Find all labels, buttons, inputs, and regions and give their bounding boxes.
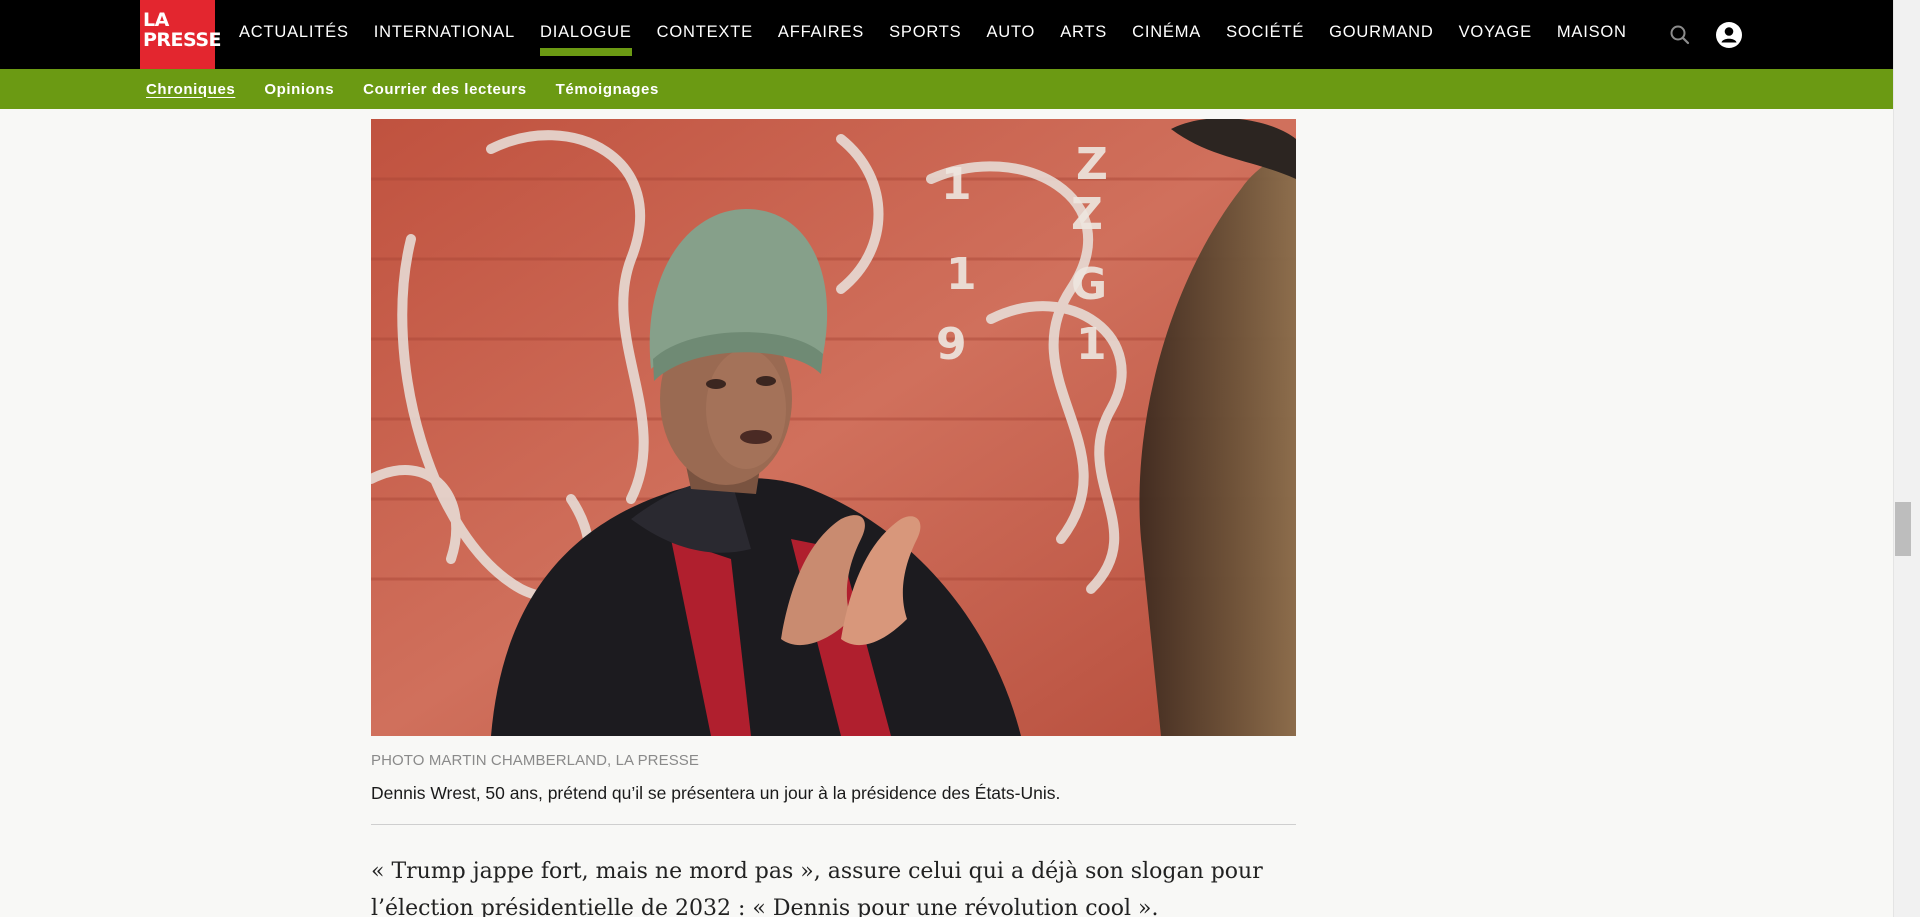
svg-text:9: 9	[936, 319, 967, 370]
nav-item-actualites[interactable]: ACTUALITÉS	[239, 0, 349, 69]
photo-credit: PHOTO MARTIN CHAMBERLAND, LA PRESSE	[371, 752, 700, 769]
subnav-item-chroniques[interactable]: Chroniques	[146, 81, 235, 98]
main-nav: ACTUALITÉS INTERNATIONAL DIALOGUE CONTEX…	[239, 0, 1652, 69]
section-subnav: Chroniques Opinions Courrier des lecteur…	[146, 69, 688, 109]
scrollbar-thumb[interactable]	[1895, 502, 1911, 556]
nav-item-voyage[interactable]: VOYAGE	[1459, 0, 1532, 69]
logo-line-2: PRESSE	[143, 29, 222, 51]
svg-text:1: 1	[941, 159, 972, 210]
nav-item-arts[interactable]: ARTS	[1060, 0, 1107, 69]
nav-item-dialogue[interactable]: DIALOGUE	[539, 0, 632, 69]
section-subnav-bar: Chroniques Opinions Courrier des lecteur…	[0, 69, 1893, 109]
nav-item-cinema[interactable]: CINÉMA	[1132, 0, 1201, 69]
nav-item-gourmand[interactable]: GOURMAND	[1329, 0, 1433, 69]
svg-text:G: G	[1071, 259, 1107, 310]
subnav-item-opinions[interactable]: Opinions	[264, 81, 334, 98]
logo-line-1: LA	[143, 9, 169, 31]
page-scrollbar[interactable]	[1893, 0, 1920, 917]
nav-item-societe[interactable]: SOCIÉTÉ	[1226, 0, 1304, 69]
account-icon[interactable]	[1714, 20, 1744, 50]
nav-item-international[interactable]: INTERNATIONAL	[374, 0, 515, 69]
nav-item-sports[interactable]: SPORTS	[889, 0, 961, 69]
top-header: LA PRESSE ACTUALITÉS INTERNATIONAL DIALO…	[0, 0, 1893, 69]
svg-text:Z: Z	[1076, 139, 1108, 190]
svg-text:1: 1	[946, 249, 977, 300]
nav-item-maison[interactable]: MAISON	[1557, 0, 1627, 69]
nav-item-auto[interactable]: AUTO	[986, 0, 1035, 69]
search-icon[interactable]	[1665, 20, 1695, 50]
la-presse-logo[interactable]: LA PRESSE	[140, 0, 222, 69]
nav-item-affaires[interactable]: AFFAIRES	[778, 0, 864, 69]
photo-caption: Dennis Wrest, 50 ans, prétend qu’il se p…	[371, 783, 1061, 803]
nav-item-contexte[interactable]: CONTEXTE	[657, 0, 753, 69]
article-photo: 119 ZZG1	[371, 119, 1296, 736]
article-paragraph: « Trump jappe fort, mais ne mord pas », …	[371, 859, 1263, 917]
caption-divider	[371, 824, 1296, 825]
subnav-item-courrier-des-lecteurs[interactable]: Courrier des lecteurs	[363, 81, 527, 98]
subnav-item-temoignages[interactable]: Témoignages	[556, 81, 659, 98]
svg-text:Z: Z	[1071, 189, 1103, 240]
svg-text:1: 1	[1076, 319, 1107, 370]
